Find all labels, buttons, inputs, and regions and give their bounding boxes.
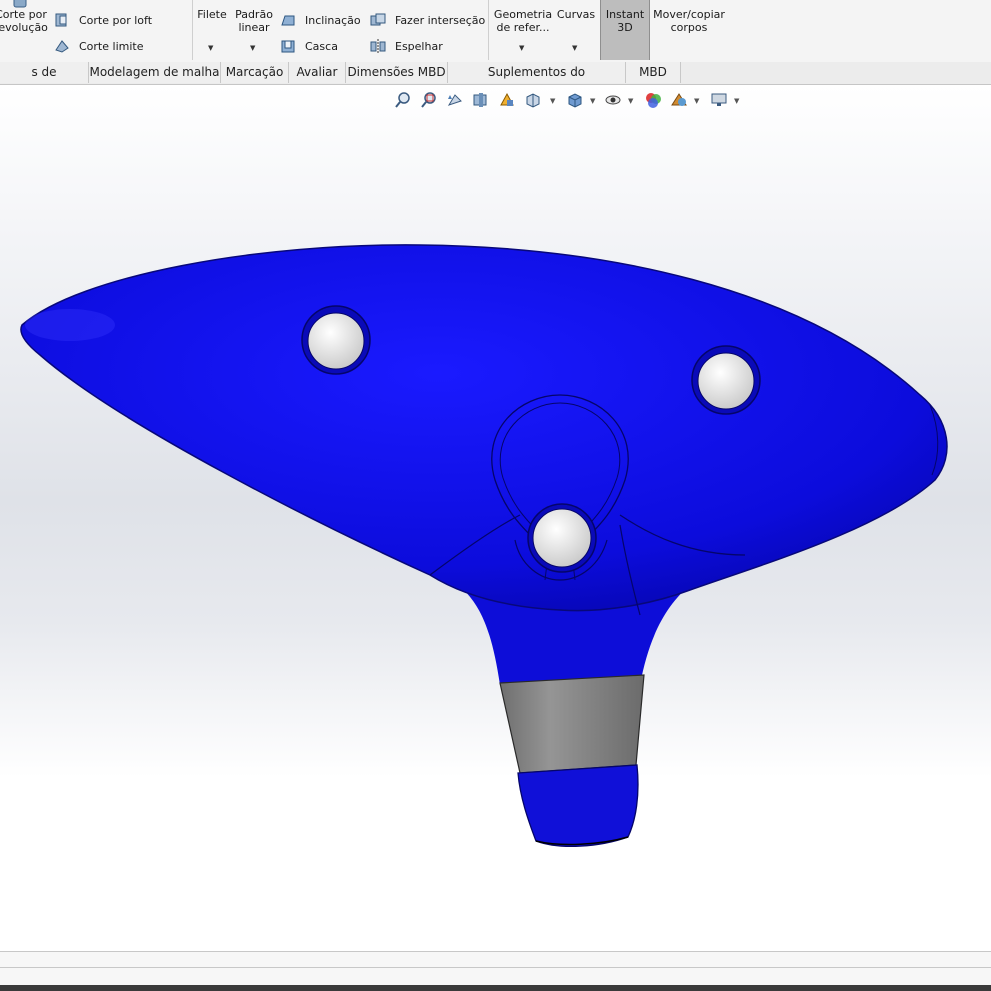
- divider: [0, 967, 991, 968]
- filete-dropdown-icon[interactable]: ▼: [208, 44, 213, 52]
- mouth-hole: [527, 503, 597, 573]
- divider: [0, 951, 991, 952]
- curvas-dropdown-icon[interactable]: ▼: [572, 44, 577, 52]
- finger-hole-right: [691, 345, 761, 415]
- intersect-icon: [370, 13, 386, 26]
- geometria-referencia-label: Geometria de refer...: [493, 8, 553, 34]
- taskbar-strip: [0, 985, 991, 991]
- ribbon-separator: [488, 0, 489, 60]
- tab-mbd[interactable]: MBD: [626, 62, 681, 83]
- graphics-viewport[interactable]: ▼ ▼ ▼ ▼ ▼: [0, 85, 991, 951]
- fazer-intersecao-label: Fazer interseção: [395, 14, 486, 27]
- tab-moldagem[interactable]: s de moldagem: [0, 62, 89, 100]
- instant3d-button[interactable]: Instant 3D: [600, 0, 650, 60]
- mirror-icon: [370, 39, 386, 53]
- ocarina-body: [20, 244, 948, 612]
- inclinacao-label: Inclinação: [305, 14, 361, 27]
- ocarina-3d-model[interactable]: [0, 85, 991, 951]
- tab-suplementos-solidworks[interactable]: Suplementos do SOLIDWORKS: [448, 62, 626, 100]
- instant3d-label: Instant 3D: [605, 8, 645, 34]
- bottom-status-area: [0, 951, 991, 991]
- mover-copiar-label: Mover/copiar corpos: [653, 8, 725, 34]
- mouthpiece-tip: [517, 764, 639, 848]
- tab-dimensoes-mbd[interactable]: Dimensões MBD: [346, 62, 448, 83]
- command-ribbon: Corte por revolução Corte por loft Corte…: [0, 0, 991, 63]
- padrao-linear-dropdown-icon[interactable]: ▼: [250, 44, 255, 52]
- corte-revolucao-label: Corte por revolução: [0, 8, 48, 34]
- shell-icon: [281, 40, 295, 53]
- draft-icon: [281, 15, 295, 26]
- tab-avaliar[interactable]: Avaliar: [289, 62, 346, 83]
- tab-modelagem-malha[interactable]: Modelagem de malha: [89, 62, 221, 83]
- corte-loft-label: Corte por loft: [79, 14, 153, 27]
- espelhar-label: Espelhar: [395, 40, 443, 53]
- command-manager-tabs: s de moldagem Modelagem de malha Marcaçã…: [0, 62, 991, 100]
- ribbon-separator: [192, 0, 193, 60]
- loft-cut-icon: [55, 13, 67, 27]
- tab-marcacao[interactable]: Marcação: [221, 62, 289, 83]
- curvas-label: Curvas: [556, 8, 596, 21]
- corte-limite-label: Corte limite: [79, 40, 144, 53]
- padrao-linear-label: Padrão linear: [235, 8, 273, 34]
- mouthpiece-band: [499, 674, 645, 774]
- boundary-cut-icon: [55, 40, 69, 53]
- geometria-referencia-dropdown-icon[interactable]: ▼: [519, 44, 524, 52]
- filete-label: Filete: [197, 8, 227, 21]
- casca-label: Casca: [305, 40, 338, 53]
- finger-hole-left: [301, 305, 371, 375]
